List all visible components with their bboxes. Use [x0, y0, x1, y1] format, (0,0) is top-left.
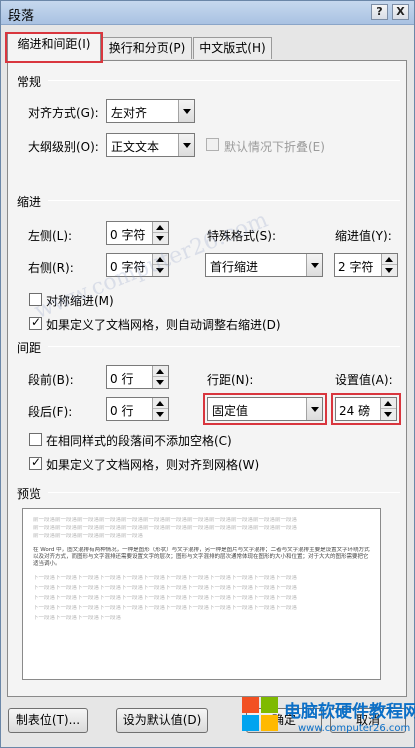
divider: [48, 80, 400, 81]
line-spacing-label: 行距(N):: [207, 373, 254, 387]
arrow-up-icon[interactable]: [153, 222, 168, 233]
chevron-down-icon: [178, 100, 194, 122]
chevron-down-icon: [178, 134, 194, 156]
preview-next-line: 下一段落下一段落下一段落下一段落下一段落下一段落下一段落下一段落下一段落下一段落…: [33, 605, 298, 611]
arrow-down-icon[interactable]: [381, 409, 396, 420]
snap-to-grid-checkbox[interactable]: [29, 455, 42, 470]
preview-next-line: 下一段落下一段落下一段落下一段落下一段落下一段落下一段落下一段落下一段落下一段落…: [33, 575, 298, 581]
indent-right-value: 0 字符: [110, 260, 146, 274]
preview-box: 前一段落前一段落前一段落前一段落前一段落前一段落前一段落前一段落前一段落前一段落…: [22, 508, 381, 680]
mirror-indents-checkbox[interactable]: [29, 293, 42, 306]
spacing-before-value: 0 行: [110, 372, 134, 386]
indent-right-label: 右侧(R):: [28, 261, 74, 275]
tabs-button[interactable]: 制表位(T)...: [8, 708, 88, 733]
spacing-before-spinner[interactable]: 0 行: [106, 365, 169, 389]
preview-prev-line: 前一段落前一段落前一段落前一段落前一段落前一段落前一段落前一段落前一段落前一段落…: [33, 517, 298, 523]
close-button[interactable]: X: [392, 4, 409, 20]
arrow-up-icon[interactable]: [153, 398, 168, 409]
arrow-up-icon[interactable]: [381, 398, 396, 409]
tab-indents-spacing[interactable]: 缩进和间距(I): [5, 32, 103, 63]
preview-next-line: 下一段落下一段落下一段落下一段落下一段落下一段落下一段落下一段落下一段落下一段落…: [33, 585, 298, 591]
indent-right-spinner[interactable]: 0 字符: [106, 253, 169, 277]
indent-left-label: 左侧(L):: [28, 229, 73, 243]
spacing-after-value: 0 行: [110, 404, 134, 418]
section-preview-header: 预览: [17, 487, 42, 501]
section-spacing-header: 间距: [17, 341, 42, 355]
preview-prev-line: 前一段落前一段落前一段落前一段落前一段落: [33, 533, 144, 539]
line-spacing-select[interactable]: 固定值: [207, 397, 323, 421]
special-indent-label: 特殊格式(S):: [207, 229, 277, 243]
spacing-at-value: 24 磅: [339, 404, 371, 418]
divider: [48, 346, 400, 347]
arrow-down-icon[interactable]: [153, 233, 168, 244]
logo-url: www.computer26.com: [298, 723, 411, 734]
logo-name: 电脑软硬件教程网: [284, 702, 415, 722]
section-indent-header: 缩进: [17, 195, 42, 209]
tab-label: 缩进和间距(I): [17, 37, 91, 51]
tab-line-page-breaks[interactable]: 换行和分页(P): [102, 37, 192, 59]
paragraph-dialog: 段落 ? X 缩进和间距(I) 换行和分页(P) 中文版式(H) 常规 对齐方式…: [0, 0, 415, 748]
tab-label: 换行和分页(P): [108, 41, 186, 55]
indent-left-value: 0 字符: [110, 228, 146, 242]
divider: [48, 492, 400, 493]
alignment-select[interactable]: 左对齐: [106, 99, 195, 123]
outline-level-value: 正文文本: [111, 140, 160, 154]
help-button[interactable]: ?: [371, 4, 388, 20]
preview-prev-line: 前一段落前一段落前一段落前一段落前一段落前一段落前一段落前一段落前一段落前一段落…: [33, 525, 298, 531]
dialog-title: 段落: [8, 9, 35, 24]
spacing-after-spinner[interactable]: 0 行: [106, 397, 169, 421]
arrow-up-icon[interactable]: [153, 366, 168, 377]
alignment-label: 对齐方式(G):: [28, 106, 99, 120]
no-space-same-style-label: 在相同样式的段落间不添加空格(C): [46, 434, 232, 448]
arrow-down-icon[interactable]: [153, 377, 168, 388]
section-general-header: 常规: [17, 75, 42, 89]
tab-asian-typography[interactable]: 中文版式(H): [193, 37, 272, 59]
auto-adjust-checkbox[interactable]: [29, 315, 42, 330]
spacing-at-label: 设置值(A):: [335, 373, 393, 387]
indent-by-label: 缩进值(Y):: [335, 229, 392, 243]
special-indent-select[interactable]: 首行缩进: [205, 253, 323, 277]
chevron-down-icon: [306, 398, 322, 420]
outline-level-label: 大纲级别(O):: [28, 140, 99, 154]
collapsed-checkbox[interactable]: [206, 138, 219, 151]
auto-adjust-label: 如果定义了文档网格，则自动调整右缩进(D): [46, 318, 281, 332]
windows-logo-icon: [242, 697, 280, 733]
title-bar: 段落 ? X: [1, 1, 414, 25]
arrow-down-icon[interactable]: [382, 265, 397, 276]
special-indent-value: 首行缩进: [210, 260, 259, 274]
preview-next-line: 下一段落下一段落下一段落下一段落下一段落下一段落下一段落下一段落下一段落下一段落…: [33, 595, 298, 601]
indent-by-value: 2 字符: [338, 260, 374, 274]
preview-next-line: 下一段落下一段落下一段落下一段落: [33, 615, 122, 621]
mirror-indents-label: 对称缩进(M): [46, 294, 114, 308]
divider: [48, 200, 400, 201]
tab-panel: 常规 对齐方式(G): 左对齐 大纲级别(O): 正文文本 默认情况下折叠(E)…: [7, 60, 407, 697]
chevron-down-icon: [306, 254, 322, 276]
spacing-at-spinner[interactable]: 24 磅: [335, 397, 397, 421]
snap-to-grid-label: 如果定义了文档网格，则对齐到网格(W): [46, 458, 260, 472]
alignment-value: 左对齐: [111, 106, 148, 120]
tab-label: 中文版式(H): [199, 41, 266, 55]
spacing-after-label: 段后(F):: [28, 405, 73, 419]
set-default-button[interactable]: 设为默认值(D): [116, 708, 208, 733]
no-space-same-style-checkbox[interactable]: [29, 433, 42, 446]
indent-left-spinner[interactable]: 0 字符: [106, 221, 169, 245]
indent-by-spinner[interactable]: 2 字符: [334, 253, 398, 277]
preview-current-paragraph: 在 Word 中，图文混排有两种情况，一种是图形（形状）与文字混排，另一种是图片…: [33, 547, 370, 567]
spacing-before-label: 段前(B):: [28, 373, 74, 387]
outline-level-select[interactable]: 正文文本: [106, 133, 195, 157]
collapsed-label: 默认情况下折叠(E): [224, 140, 325, 154]
line-spacing-value: 固定值: [212, 404, 249, 418]
site-logo: 电脑软硬件教程网 www.computer26.com: [238, 691, 415, 748]
arrow-up-icon[interactable]: [382, 254, 397, 265]
arrow-down-icon[interactable]: [153, 265, 168, 276]
arrow-down-icon[interactable]: [153, 409, 168, 420]
arrow-up-icon[interactable]: [153, 254, 168, 265]
